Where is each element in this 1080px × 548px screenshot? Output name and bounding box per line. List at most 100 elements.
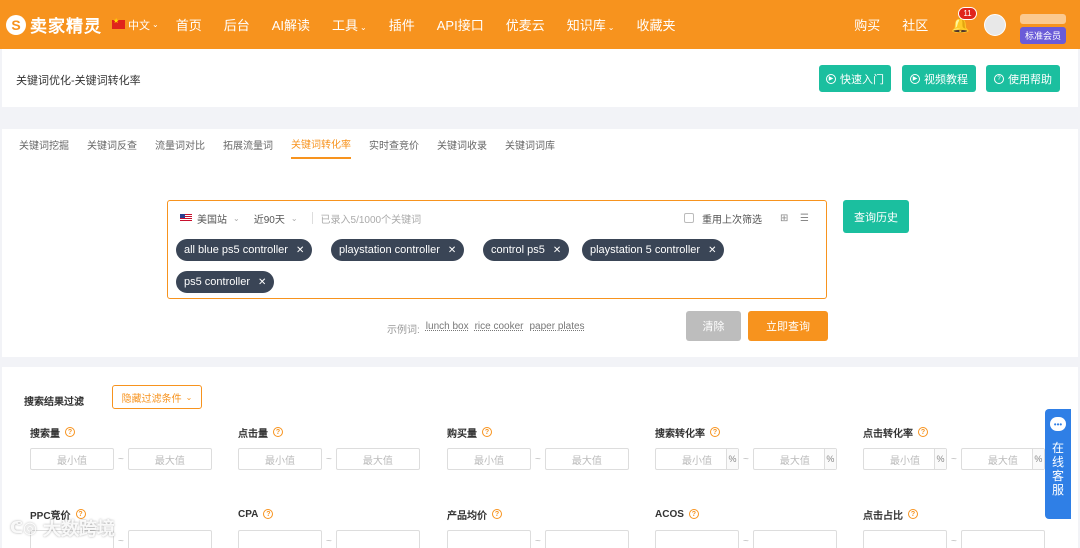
nav-item-youmai[interactable]: 优麦云 (506, 15, 545, 34)
min-input[interactable] (863, 530, 947, 548)
question-icon[interactable]: ? (908, 509, 918, 519)
example-keyword-link[interactable]: lunch box (426, 321, 469, 336)
nav-item-plugins[interactable]: 插件 (389, 15, 415, 34)
close-icon[interactable]: ✕ (708, 245, 716, 256)
min-input[interactable] (238, 530, 322, 548)
min-placeholder: 最小值 (890, 455, 920, 467)
period-select[interactable]: 近90天 ⌄ (254, 211, 298, 226)
query-button[interactable]: 立即查询 (748, 311, 828, 341)
online-service-label: 在线客服 (1051, 441, 1064, 497)
quick-start-label: 快速入门 (840, 73, 884, 86)
min-input[interactable] (655, 530, 739, 548)
query-history-button[interactable]: 查询历史 (843, 200, 909, 233)
filter-label: CPA (238, 508, 259, 520)
max-input[interactable] (752, 530, 837, 548)
us-flag-icon (180, 214, 192, 222)
question-icon[interactable]: ? (492, 509, 502, 519)
video-tutorial-button[interactable]: ▶ 视频教程 (902, 65, 976, 92)
percent-suffix: % (934, 449, 946, 469)
hide-filters-button[interactable]: 隐藏过滤条件 ⌄ (112, 385, 202, 409)
question-icon[interactable]: ? (918, 427, 928, 437)
play-icon: ▶ (910, 73, 920, 84)
nav-item-ai[interactable]: AI解读 (272, 15, 310, 34)
min-input[interactable]: 最小值 (447, 448, 531, 470)
keyword-input-box[interactable]: 美国站 ⌄ 近90天 ⌄ 已录入5/1000个关键词 重用上次筛选 ⊞ ☰ al… (167, 200, 827, 299)
max-input[interactable]: 最大值 (127, 448, 212, 470)
min-input[interactable]: 最小值% (863, 448, 947, 470)
nav-item-api[interactable]: API接口 (437, 15, 484, 34)
range-separator: ~ (951, 453, 957, 465)
grid-view-icon[interactable]: ⊞ (780, 213, 790, 224)
tab-realtime-bid[interactable]: 实时查竞价 (369, 129, 419, 159)
max-placeholder: 最大值 (987, 455, 1018, 467)
nav-right: 购买 社区 🔔 11 标准会员 (843, 0, 1080, 49)
help-label: 使用帮助 (1008, 73, 1052, 86)
avatar[interactable] (984, 13, 1006, 36)
chevron-down-icon: ⌄ (607, 23, 615, 32)
watermark-text: 大数跨境 (43, 519, 116, 539)
china-flag-icon (112, 17, 125, 29)
list-view-icon[interactable]: ☰ (800, 213, 810, 224)
reuse-filter-checkbox[interactable]: 重用上次筛选 (684, 211, 762, 226)
close-icon[interactable]: ✕ (553, 245, 561, 256)
example-keyword-link[interactable]: rice cooker (475, 321, 524, 336)
nav-item-favorites[interactable]: 收藏夹 (636, 15, 675, 34)
close-icon[interactable]: ✕ (448, 245, 456, 256)
max-input[interactable]: 最大值% (752, 448, 837, 470)
question-icon[interactable]: ? (263, 509, 274, 519)
tab-conversion-rate[interactable]: 关键词转化率 (291, 129, 351, 159)
divider (311, 212, 313, 224)
clear-button[interactable]: 清除 (686, 311, 741, 341)
max-input[interactable] (127, 530, 212, 548)
min-input[interactable]: 最小值 (238, 448, 322, 470)
user-menu[interactable]: 标准会员 (1012, 0, 1080, 49)
question-icon[interactable]: ? (688, 509, 699, 519)
bell-icon[interactable]: 🔔 11 (951, 6, 977, 34)
nav-item-tools[interactable]: 工具 ⌄ (332, 15, 367, 34)
percent-suffix: % (823, 449, 836, 469)
tab-traffic-compare[interactable]: 流量词对比 (155, 129, 205, 159)
tab-reverse-lookup[interactable]: 关键词反查 (87, 129, 137, 159)
min-input[interactable] (447, 530, 531, 548)
filter-label: 产品均价 (447, 510, 487, 522)
nav-item-backend[interactable]: 后台 (224, 15, 250, 34)
nav-item-home[interactable]: 首页 (176, 15, 202, 34)
language-selector[interactable]: 中文 ⌄ (112, 17, 159, 33)
max-input[interactable] (335, 530, 420, 548)
chevron-down-icon: ⌄ (290, 213, 298, 223)
max-input[interactable]: 最大值 (335, 448, 420, 470)
reuse-filter-label: 重用上次筛选 (702, 214, 762, 226)
question-icon[interactable]: ? (710, 427, 720, 437)
tab-expand-traffic[interactable]: 拓展流量词 (223, 129, 273, 159)
max-input[interactable]: 最大值% (960, 448, 1045, 470)
filter-search-volume: 搜索量? 最小值 ~ 最大值 (30, 425, 220, 470)
tab-keyword-library[interactable]: 关键词词库 (505, 129, 555, 159)
close-icon[interactable]: ✕ (296, 245, 304, 256)
keyword-count-hint: 已录入5/1000个关键词 (320, 214, 422, 226)
help-button[interactable]: ? 使用帮助 (986, 65, 1060, 92)
max-input[interactable]: 最大值 (544, 448, 629, 470)
online-service-widget[interactable]: ••• 在线客服 (1045, 409, 1071, 519)
filter-title: 搜索结果过滤 (24, 397, 84, 408)
watermark: ᕦ◎ 大数跨境 (10, 515, 115, 541)
site-select[interactable]: 美国站 ⌄ (180, 211, 240, 226)
max-input[interactable] (960, 530, 1045, 548)
nav-item-buy[interactable]: 购买 (854, 15, 880, 34)
min-input[interactable]: 最小值 (30, 448, 114, 470)
min-input[interactable]: 最小值% (655, 448, 739, 470)
logo[interactable]: S 卖家精灵 (6, 12, 106, 37)
tab-keyword-index[interactable]: 关键词收录 (437, 129, 487, 159)
example-keywords: 示例词: lunch box rice cooker paper plates (387, 321, 585, 336)
question-icon[interactable]: ? (273, 427, 283, 437)
nav-item-knowledge[interactable]: 知识库 ⌄ (567, 15, 615, 34)
filter-label: ACOS (655, 508, 684, 520)
max-input[interactable] (544, 530, 629, 548)
range-separator: ~ (535, 453, 541, 465)
example-keyword-link[interactable]: paper plates (530, 321, 585, 336)
question-icon[interactable]: ? (65, 427, 75, 437)
nav-item-community[interactable]: 社区 (902, 15, 928, 34)
quick-start-button[interactable]: ▶ 快速入门 (819, 65, 891, 92)
tab-keyword-mining[interactable]: 关键词挖掘 (19, 129, 69, 159)
question-icon[interactable]: ? (482, 427, 492, 437)
close-icon[interactable]: ✕ (258, 277, 266, 288)
